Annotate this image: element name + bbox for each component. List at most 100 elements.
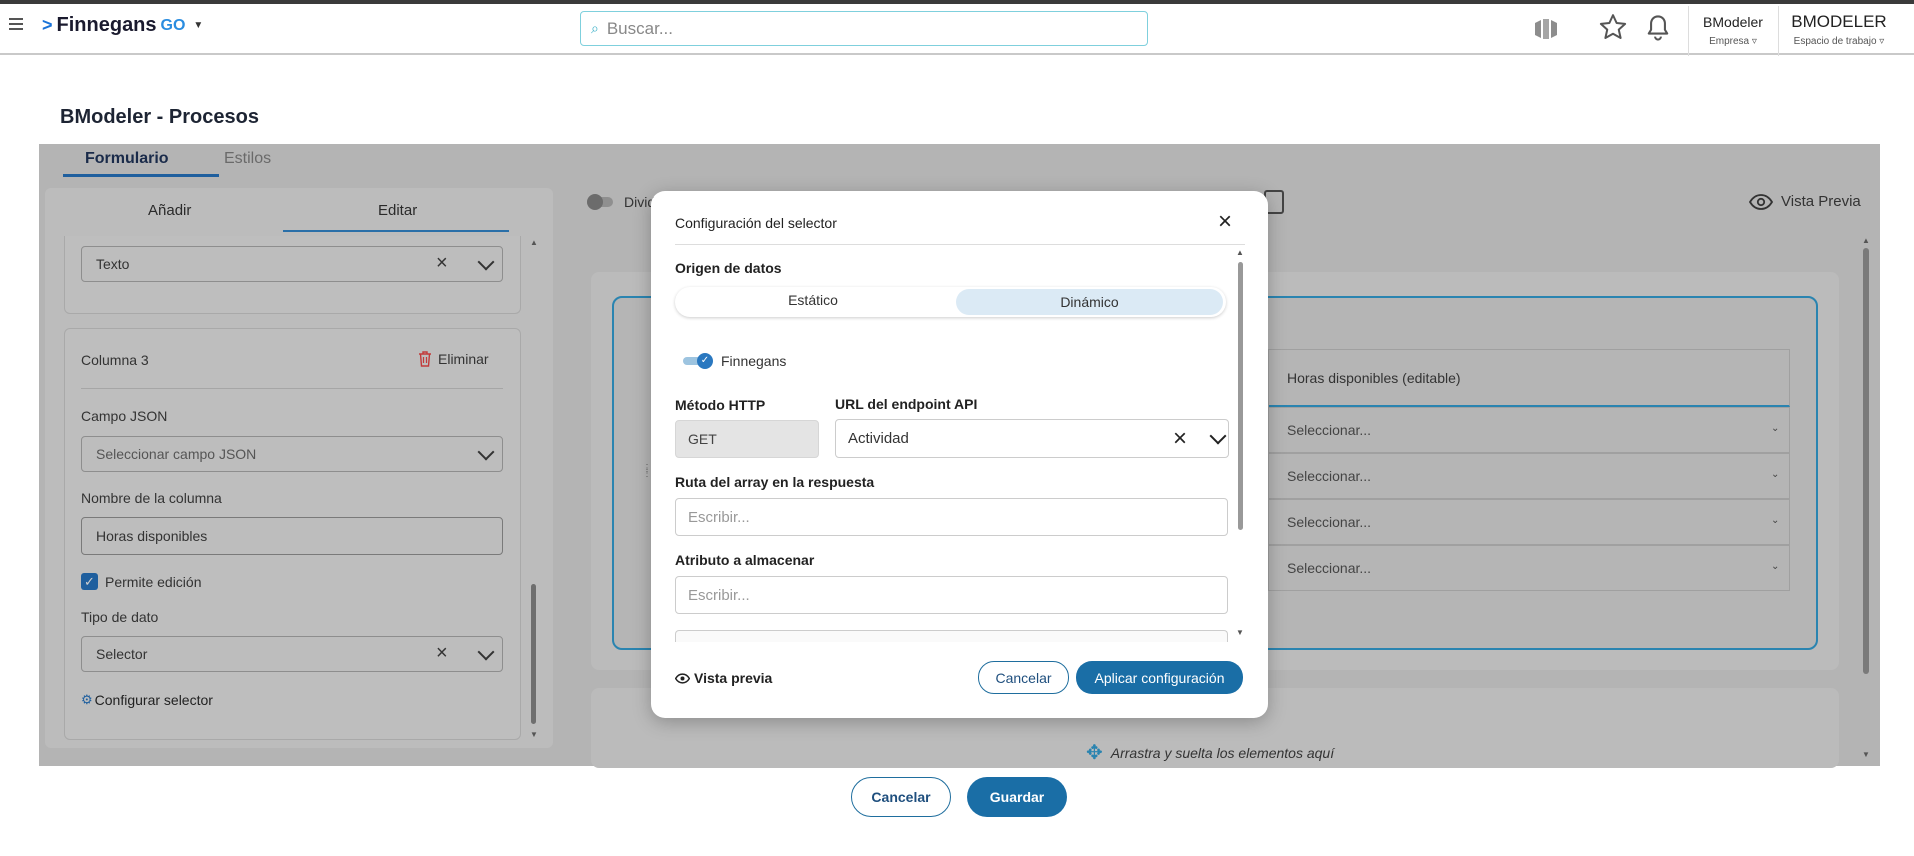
tab-formulario[interactable]: Formulario <box>85 150 169 168</box>
finnegans-toggle[interactable]: ✓ <box>683 353 713 369</box>
tab-estilos[interactable]: Estilos <box>224 150 271 168</box>
chevron-down-icon[interactable] <box>477 643 495 661</box>
workspace-name: BMODELER <box>1791 12 1887 31</box>
check-icon: ✓ <box>697 353 713 369</box>
table-row[interactable]: Seleccionar... ⌄ <box>1268 545 1790 591</box>
column-name-input[interactable]: Horas disponibles <box>81 517 503 555</box>
checkbox-checked-icon: ✓ <box>81 573 98 590</box>
page-title: BModeler - Procesos <box>60 106 259 128</box>
workspace-label: Espacio de trabajo <box>1793 36 1877 47</box>
modal-scroll-up-icon[interactable]: ▲ <box>1236 248 1244 257</box>
panel-active-tab-indicator <box>283 230 509 232</box>
table-row[interactable]: Seleccionar... ⌄ <box>1268 453 1790 499</box>
origin-dynamic-option[interactable]: Dinámico <box>956 289 1223 315</box>
company-caret-icon: ▿ <box>1751 36 1757 47</box>
drag-handle-icon[interactable]: ⋮ ⋮ <box>642 464 652 486</box>
tab-editar[interactable]: Editar <box>378 202 417 219</box>
modal-scroll-down-icon[interactable]: ▼ <box>1236 628 1244 637</box>
logo-suffix: GO <box>160 16 186 34</box>
table-row[interactable]: Seleccionar... ⌄ <box>1268 499 1790 545</box>
attribute-input[interactable]: Escribir... <box>675 576 1228 614</box>
eye-icon <box>675 672 690 684</box>
origin-static-option[interactable]: Estático <box>675 287 951 313</box>
data-type-select[interactable]: Selector × <box>81 636 503 672</box>
clear-icon[interactable]: × <box>436 642 448 665</box>
close-icon[interactable]: × <box>1218 210 1232 234</box>
delete-column-button[interactable]: Eliminar <box>418 351 489 367</box>
save-button[interactable]: Guardar <box>967 777 1067 817</box>
row-select-value: Seleccionar... <box>1287 422 1372 438</box>
card-divider <box>81 388 503 389</box>
cancel-button[interactable]: Cancelar <box>851 777 951 817</box>
clear-icon[interactable]: × <box>436 252 448 275</box>
url-select[interactable]: Actividad × <box>835 419 1229 458</box>
favorites-star-icon[interactable] <box>1598 12 1628 49</box>
configure-selector-link[interactable]: ⚙ Configurar selector <box>81 692 213 708</box>
previous-type-select[interactable]: Texto × <box>81 246 503 282</box>
array-path-input[interactable]: Escribir... <box>675 498 1228 536</box>
column-name-value: Horas disponibles <box>96 528 208 544</box>
table-row[interactable]: Seleccionar... ⌄ <box>1268 407 1790 453</box>
data-origin-label: Origen de datos <box>675 260 782 276</box>
modal-preview-label: Vista previa <box>694 670 773 686</box>
column-title: Columna 3 <box>81 352 149 368</box>
attribute-placeholder: Escribir... <box>688 586 750 604</box>
company-label: Empresa <box>1709 36 1750 47</box>
modal-cancel-button[interactable]: Cancelar <box>978 661 1069 694</box>
chevron-down-icon[interactable]: ⌄ <box>1771 469 1779 480</box>
url-value: Actividad <box>848 430 909 447</box>
divide-toggle[interactable] <box>587 194 613 210</box>
panel-scrollbar[interactable]: ▲ ▼ <box>530 238 538 739</box>
array-path-label: Ruta del array en la respuesta <box>675 474 875 490</box>
attribute-label: Atributo a almacenar <box>675 552 815 568</box>
chevron-down-icon[interactable]: ⌄ <box>1771 423 1779 434</box>
workspace-selector[interactable]: BMODELER Espacio de trabajo ▿ <box>1782 12 1896 47</box>
next-field-clipped <box>675 630 1228 642</box>
header-divider <box>1778 6 1779 56</box>
eye-icon <box>1749 193 1773 210</box>
gear-icon: ⚙ <box>81 692 93 707</box>
logo-chevron-icon: > <box>42 15 53 35</box>
clear-icon[interactable]: × <box>1173 425 1187 453</box>
modal-scrollbar-thumb[interactable] <box>1238 262 1243 530</box>
notifications-bell-icon[interactable] <box>1644 13 1672 50</box>
method-value: GET <box>688 431 717 447</box>
active-tab-indicator <box>63 174 219 177</box>
data-type-value: Selector <box>96 646 148 662</box>
search-icon: ⌕ <box>591 20 599 36</box>
finnegans-toggle-label: Finnegans <box>721 353 787 369</box>
chevron-down-icon[interactable] <box>1209 427 1227 445</box>
column-header-horas[interactable]: Horas disponibles (editable) <box>1268 349 1790 407</box>
trash-icon <box>419 351 431 367</box>
chevron-down-icon[interactable]: ⌄ <box>1771 561 1779 572</box>
chevron-down-icon[interactable] <box>477 253 495 271</box>
modal-title: Configuración del selector <box>675 215 837 231</box>
chevron-down-icon[interactable] <box>477 443 495 461</box>
modal-preview-button[interactable]: Vista previa <box>675 670 772 686</box>
chevron-down-icon[interactable]: ⌄ <box>1771 515 1779 526</box>
preview-label: Vista Previa <box>1781 193 1861 210</box>
move-arrows-icon: ✥ <box>1086 742 1103 764</box>
json-field-select[interactable]: Seleccionar campo JSON <box>81 436 503 472</box>
url-label: URL del endpoint API <box>835 396 978 412</box>
global-search-input[interactable]: ⌕ Buscar... <box>580 11 1148 46</box>
column-header-text: Horas disponibles (editable) <box>1287 369 1461 386</box>
row-select-value: Seleccionar... <box>1287 560 1372 576</box>
modal-header-divider <box>675 244 1245 245</box>
company-selector[interactable]: BModeler Empresa ▿ <box>1692 14 1774 47</box>
search-placeholder: Buscar... <box>606 18 673 38</box>
allow-edit-label: Permite edición <box>105 573 202 590</box>
brand-emblem-icon[interactable] <box>1531 17 1561 41</box>
column-name-label: Nombre de la columna <box>81 490 222 506</box>
app-logo[interactable]: > Finnegans GO ▼ <box>42 14 203 37</box>
app-switcher-caret-icon[interactable]: ▼ <box>193 20 203 31</box>
canvas-scrollbar[interactable]: ▲ ▼ <box>1862 236 1870 762</box>
apply-config-button[interactable]: Aplicar configuración <box>1076 661 1243 694</box>
data-origin-segmented: Estático Dinámico <box>675 287 1226 317</box>
json-field-label: Campo JSON <box>81 408 168 424</box>
preview-toggle[interactable]: Vista Previa <box>1749 193 1861 210</box>
hamburger-menu-icon[interactable] <box>9 18 23 30</box>
allow-edit-checkbox[interactable]: ✓ Permite edición <box>81 573 202 590</box>
json-field-placeholder: Seleccionar campo JSON <box>96 446 257 462</box>
tab-anadir[interactable]: Añadir <box>148 202 191 219</box>
